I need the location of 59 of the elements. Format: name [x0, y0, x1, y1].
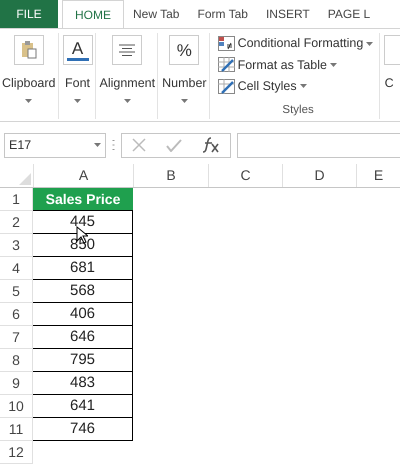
table-cell: 646 [33, 326, 133, 349]
dropdown-caret-icon [366, 42, 374, 46]
table-cell: 641 [33, 395, 133, 418]
align-center-icon [119, 44, 136, 56]
row-header[interactable]: 12 [0, 441, 33, 464]
ribbon-group-button[interactable]: A Font [60, 33, 96, 119]
row-header[interactable]: 2 [0, 211, 33, 234]
select-all-icon[interactable] [19, 173, 31, 185]
table-cell: 406 [33, 303, 133, 326]
checkmark-icon[interactable] [166, 138, 182, 152]
dropdown-caret-icon [124, 98, 131, 103]
cell-styles-icon [218, 78, 235, 94]
group-label: Styles [282, 102, 314, 118]
column-header[interactable]: C [208, 164, 282, 187]
ribbon-group-button[interactable]: Clipboard [0, 33, 59, 119]
table-cell: 483 [33, 372, 133, 395]
row-header[interactable]: 11 [0, 418, 33, 441]
formula-input-field[interactable] [237, 132, 400, 158]
ribbon-tab[interactable]: PAGE L [318, 0, 380, 28]
column-header[interactable]: A [33, 164, 133, 187]
function-icon[interactable] [202, 137, 220, 153]
table-cell: 681 [33, 257, 133, 280]
row-header[interactable]: 10 [0, 395, 33, 418]
table-cell: 568 [33, 280, 133, 303]
dropdown-caret-icon [74, 98, 82, 103]
column-header[interactable]: E [356, 164, 400, 187]
styles-menu-button[interactable]: Format as Table [218, 54, 379, 76]
ribbon-tab[interactable]: INSERT [256, 0, 319, 28]
dropdown-caret-icon [300, 84, 307, 88]
ribbon-tab[interactable]: New Tab [124, 0, 188, 28]
row-header[interactable]: 5 [0, 280, 33, 303]
table-cell: 746 [33, 418, 133, 441]
row-header[interactable]: 8 [0, 349, 33, 372]
ribbon-group-button[interactable]: Alignment [98, 33, 158, 119]
percent-icon: % [176, 42, 192, 58]
row-header[interactable]: 7 [0, 326, 33, 349]
column-header[interactable]: D [282, 164, 356, 187]
cancel-icon[interactable] [132, 138, 146, 152]
name-box[interactable]: E17 [4, 132, 106, 158]
dropdown-caret-icon [94, 143, 101, 147]
row-header[interactable]: 3 [0, 234, 33, 257]
ribbon-group-button[interactable]: % Number [160, 33, 210, 119]
ribbon-tab[interactable]: Form Tab [188, 0, 257, 28]
dropdown-caret-icon [180, 98, 188, 103]
format-table-icon [218, 57, 235, 72]
dropdown-caret-icon [330, 62, 337, 67]
row-header[interactable]: 9 [0, 372, 33, 395]
styles-menu-button[interactable]: Cell Styles [218, 76, 379, 97]
row-header[interactable]: 4 [0, 257, 33, 280]
row-header[interactable]: 1 [0, 188, 33, 211]
styles-menu-button[interactable]: Conditional Formatting [218, 33, 379, 54]
ribbon-tab[interactable]: HOME [62, 0, 124, 28]
dropdown-caret-icon [25, 98, 32, 103]
column-header[interactable]: B [133, 164, 208, 187]
file-tab[interactable]: FILE [0, 0, 58, 28]
table-cell: 795 [33, 349, 133, 372]
row-header[interactable]: 6 [0, 303, 33, 326]
table-header-cell: Sales Price [33, 188, 133, 211]
conditional-formatting-icon [218, 36, 235, 52]
